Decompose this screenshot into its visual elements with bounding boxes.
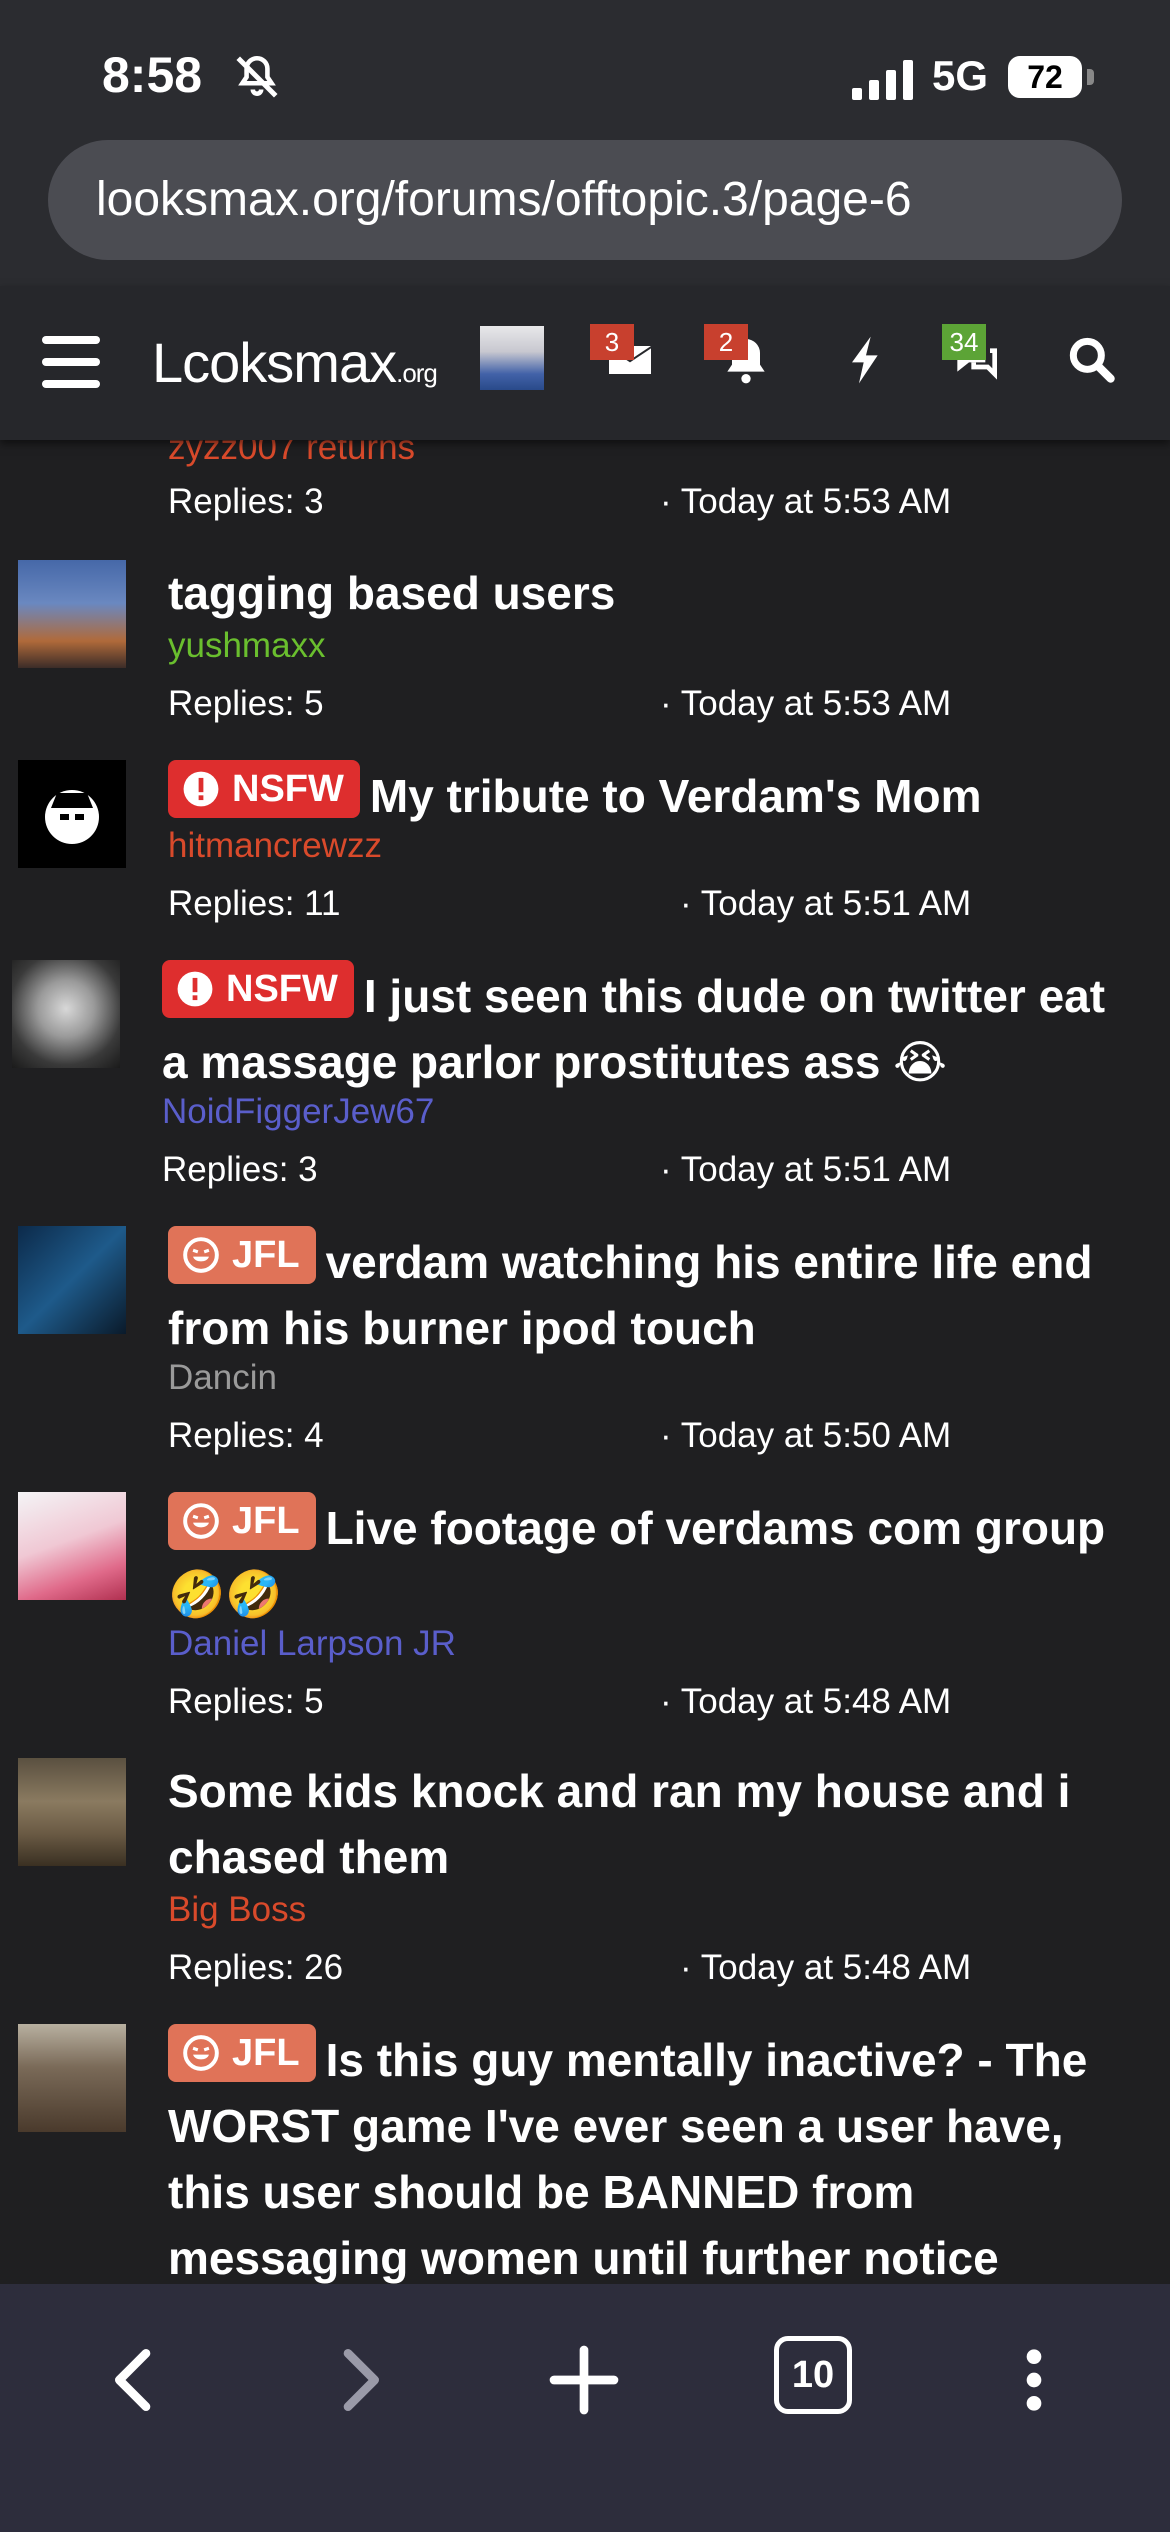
thread-replies: Replies: 3 xyxy=(162,1150,318,1189)
thread-time: · Today at 5:50 AM xyxy=(660,1416,952,1455)
thread-replies: Replies: 4 xyxy=(168,1416,324,1455)
network-type: 5G xyxy=(932,52,989,99)
thread-replies: Replies: 26 xyxy=(168,1948,344,1987)
thread-title[interactable]: JFL verdam watching his entire life end f… xyxy=(168,1226,1138,1361)
thread-title[interactable]: JFL Live footage of verdams com group 🤣🤣 xyxy=(168,1492,1138,1627)
chat-badge: 34 xyxy=(942,324,986,360)
user-avatar[interactable] xyxy=(480,326,544,390)
thread-time: · Today at 5:51 AM xyxy=(680,884,972,923)
logo-text: Lcoksmax xyxy=(152,331,397,394)
prefix-label: JFL xyxy=(232,1500,300,1542)
forum-header: Lcoksmax.org 3 2 34 xyxy=(0,286,1170,440)
site-logo[interactable]: Lcoksmax.org xyxy=(152,330,438,395)
forward-icon[interactable] xyxy=(318,2340,398,2420)
thread-author[interactable]: NoidFiggerJew67 xyxy=(162,1092,434,1132)
thread-title[interactable]: tagging based users xyxy=(168,560,1138,626)
bell-muted-icon xyxy=(236,55,278,98)
thread-avatar[interactable] xyxy=(18,1492,126,1600)
back-icon[interactable] xyxy=(96,2340,176,2420)
new-tab-icon[interactable] xyxy=(544,2340,624,2420)
laugh-icon xyxy=(183,2035,219,2071)
thread-title[interactable]: NSFW I just seen this dude on twitter eat… xyxy=(162,960,1132,1095)
inbox-badge: 3 xyxy=(590,324,634,360)
prefix-label: NSFW xyxy=(226,968,338,1010)
thread-author[interactable]: Big Boss xyxy=(168,1890,306,1930)
thread-avatar[interactable] xyxy=(18,760,126,868)
thread-time: · Today at 5:53 AM xyxy=(660,482,952,521)
more-menu-icon[interactable] xyxy=(994,2340,1074,2420)
cellular-signal-icon xyxy=(852,60,913,100)
menu-icon[interactable] xyxy=(42,336,100,388)
thread-author[interactable]: yushmaxx xyxy=(168,626,326,666)
thread-author[interactable]: hitmancrewzz xyxy=(168,826,382,866)
prefix-nsfw[interactable]: NSFW xyxy=(168,760,360,818)
thread-replies: Replies: 5 xyxy=(168,1682,324,1721)
thread-avatar[interactable] xyxy=(18,1758,126,1866)
hat-man-icon xyxy=(45,790,99,844)
thread-avatar[interactable] xyxy=(12,960,120,1068)
thread-author[interactable]: Dancin xyxy=(168,1358,277,1398)
thread-time: · Today at 5:48 AM xyxy=(660,1682,952,1721)
alert-icon xyxy=(177,971,213,1007)
thread-author[interactable]: zyzz007 returns xyxy=(168,440,415,468)
thread-avatar[interactable] xyxy=(18,2024,126,2132)
laugh-icon xyxy=(183,1503,219,1539)
prefix-jfl[interactable]: JFL xyxy=(168,1226,316,1284)
thread-avatar[interactable] xyxy=(18,1226,126,1334)
tab-switcher-button[interactable]: 10 xyxy=(774,2336,852,2414)
prefix-jfl[interactable]: JFL xyxy=(168,1492,316,1550)
address-bar[interactable]: looksmax.org/forums/offtopic.3/page-6 xyxy=(48,140,1122,260)
thread-time: · Today at 5:48 AM xyxy=(680,1948,972,1987)
url-text[interactable]: looksmax.org/forums/offtopic.3/page-6 xyxy=(96,172,912,227)
thread-replies: Replies: 11 xyxy=(168,884,341,923)
thread-author[interactable]: Daniel Larpson JR xyxy=(168,1624,456,1664)
prefix-label: JFL xyxy=(232,2032,300,2074)
thread-time: · Today at 5:51 AM xyxy=(660,1150,952,1189)
prefix-jfl[interactable]: JFL xyxy=(168,2024,316,2082)
battery-icon: 72 xyxy=(1008,56,1094,98)
laugh-icon xyxy=(183,1237,219,1273)
thread-list: zyzz007 returns Replies: 3 · Today at 5:… xyxy=(0,440,1170,2284)
lightning-icon[interactable] xyxy=(836,332,896,388)
browser-bottom-bar: 10 xyxy=(0,2284,1170,2532)
prefix-label: JFL xyxy=(232,1234,300,1276)
thread-title[interactable]: JFL Is this guy mentally inactive? - The … xyxy=(168,2024,1138,2284)
prefix-label: NSFW xyxy=(232,768,344,810)
logo-suffix: .org xyxy=(396,358,438,388)
thread-time: · Today at 5:53 AM xyxy=(660,684,952,723)
thread-replies: Replies: 5 xyxy=(168,684,324,723)
thread-title-text[interactable]: My tribute to Verdam's Mom xyxy=(370,770,982,822)
search-icon[interactable] xyxy=(1062,332,1122,388)
thread-title[interactable]: NSFW My tribute to Verdam's Mom xyxy=(168,760,1138,829)
prefix-nsfw[interactable]: NSFW xyxy=(162,960,354,1018)
thread-title[interactable]: Some kids knock and ran my house and i c… xyxy=(168,1758,1138,1890)
status-bar: 8:58 5G 72 xyxy=(0,0,1170,140)
thread-avatar[interactable] xyxy=(18,560,126,668)
thread-replies: Replies: 3 xyxy=(168,482,324,521)
alert-icon xyxy=(183,771,219,807)
alerts-badge: 2 xyxy=(704,324,748,360)
status-time: 8:58 xyxy=(102,47,203,103)
